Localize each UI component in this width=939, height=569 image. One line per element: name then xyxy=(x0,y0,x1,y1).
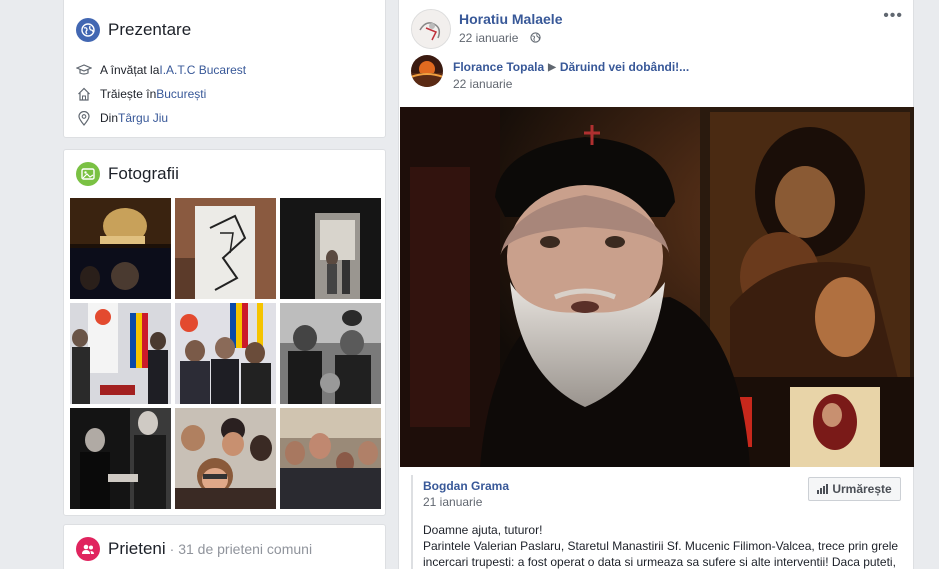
from-prefix: Din xyxy=(100,111,119,125)
photo-thumb-7[interactable] xyxy=(70,408,171,509)
author-avatar[interactable] xyxy=(411,9,451,49)
friends-card: Prieteni · 31 de prieteni comuni xyxy=(63,524,386,569)
post-author[interactable]: Horatiu Malaele xyxy=(459,11,562,27)
shared-from-avatar[interactable] xyxy=(411,55,443,87)
post-image[interactable] xyxy=(400,107,914,467)
lives-link[interactable]: București xyxy=(156,87,206,101)
photo-grid xyxy=(70,198,381,509)
post-text-line-1: Doamne ajuta, tuturor! xyxy=(423,523,543,537)
graduation-cap-icon xyxy=(76,62,92,78)
friends-header[interactable]: Prieteni · 31 de prieteni comuni xyxy=(76,537,312,561)
lives-prefix: Trăiește în xyxy=(100,87,157,101)
studied-prefix: A învățat la xyxy=(100,63,160,77)
post-card: Horatiu Malaele 22 ianuarie ••• Florance… xyxy=(398,0,914,569)
photo-thumb-4[interactable] xyxy=(70,303,171,404)
photo-thumb-2[interactable] xyxy=(175,198,276,299)
friends-icon xyxy=(76,537,100,561)
from-row: Din Târgu Jiu xyxy=(76,110,168,126)
photo-thumb-9[interactable] xyxy=(280,408,381,509)
follow-button[interactable]: Urmărește xyxy=(808,477,901,501)
studied-link[interactable]: I.A.T.C Bucarest xyxy=(159,63,246,77)
intro-header: Prezentare xyxy=(76,18,191,42)
post-date[interactable]: 22 ianuarie xyxy=(459,31,518,45)
intro-card: Prezentare A învățat la I.A.T.C Bucarest… xyxy=(63,0,386,138)
photo-thumb-1[interactable] xyxy=(70,198,171,299)
shared-from-line: Florance Topala ▶ Dăruind vei dobândi!..… xyxy=(453,60,689,74)
shared-from-name[interactable]: Florance Topala xyxy=(453,60,544,74)
lives-row: Trăiește în București xyxy=(76,86,206,102)
photo-thumb-5[interactable] xyxy=(175,303,276,404)
studied-row: A învățat la I.A.T.C Bucarest xyxy=(76,62,246,78)
more-options-icon[interactable]: ••• xyxy=(883,7,903,25)
home-icon xyxy=(76,86,92,102)
globe-icon xyxy=(76,18,100,42)
photos-icon xyxy=(76,162,100,186)
follow-label: Urmărește xyxy=(832,482,892,496)
post-text: Doamne ajuta, tuturor! Parintele Valeria… xyxy=(423,522,903,569)
shared-to-page[interactable]: Dăruind vei dobândi!... xyxy=(560,60,689,74)
friends-title: Prieteni xyxy=(108,539,166,558)
post-text-line-2: Parintele Valerian Paslaru, Staretul Man… xyxy=(423,539,899,569)
rss-icon xyxy=(817,484,829,494)
photos-card: Fotografii xyxy=(63,149,386,516)
intro-title: Prezentare xyxy=(108,20,192,39)
triangle-arrow-icon: ▶ xyxy=(548,61,556,73)
inner-date[interactable]: 21 ianuarie xyxy=(423,495,482,509)
photo-thumb-6[interactable] xyxy=(280,303,381,404)
shared-date[interactable]: 22 ianuarie xyxy=(453,77,512,91)
photo-thumb-8[interactable] xyxy=(175,408,276,509)
photo-thumb-3[interactable] xyxy=(280,198,381,299)
mutual-friends-count[interactable]: · 31 de prieteni comuni xyxy=(170,541,312,557)
inner-author[interactable]: Bogdan Grama xyxy=(423,479,509,493)
location-pin-icon xyxy=(76,110,92,126)
globe-privacy-icon[interactable] xyxy=(530,32,541,46)
from-link[interactable]: Târgu Jiu xyxy=(118,111,168,125)
photos-title: Fotografii xyxy=(108,164,179,183)
photos-header[interactable]: Fotografii xyxy=(76,162,179,186)
